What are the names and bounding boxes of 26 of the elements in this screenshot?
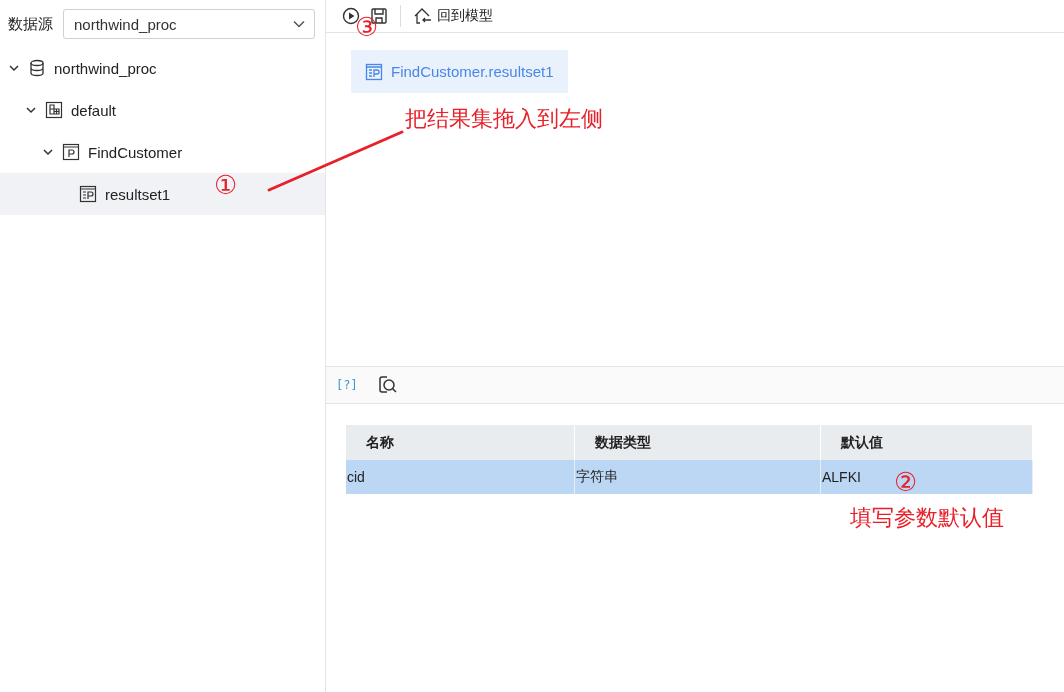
resultset-icon [365,62,383,81]
datasource-label: 数据源 [8,14,53,34]
step-number: ① [214,172,238,198]
tree-item[interactable]: northwind_proc [0,47,325,89]
database-icon [28,59,46,77]
table-cell: cid [346,460,575,494]
resultset-icon [79,185,97,203]
tree-item[interactable]: FindCustomer [0,131,325,173]
tree-item[interactable]: default [0,89,325,131]
caret-icon[interactable] [25,104,37,116]
step-number: ③ [355,14,379,40]
datasource-select[interactable]: northwind_proc [63,9,315,39]
column-header: 名称 [346,425,575,460]
table-cell: 字符串 [574,460,821,494]
back-to-model-button[interactable]: 回到模型 [413,7,493,25]
annotation-note: 填写参数默认值 [850,507,1004,529]
grid-icon [45,101,63,119]
annotation-note: 把结果集拖入到左侧 [405,108,603,130]
preview-search-icon[interactable] [377,375,398,395]
caret-icon[interactable] [42,146,54,158]
procedure-icon [62,143,80,161]
step-number: ② [894,469,918,495]
column-header: 数据类型 [574,425,821,460]
home-arrow-icon [413,7,433,25]
caret-icon[interactable] [8,62,20,74]
column-header: 默认值 [820,425,1033,460]
